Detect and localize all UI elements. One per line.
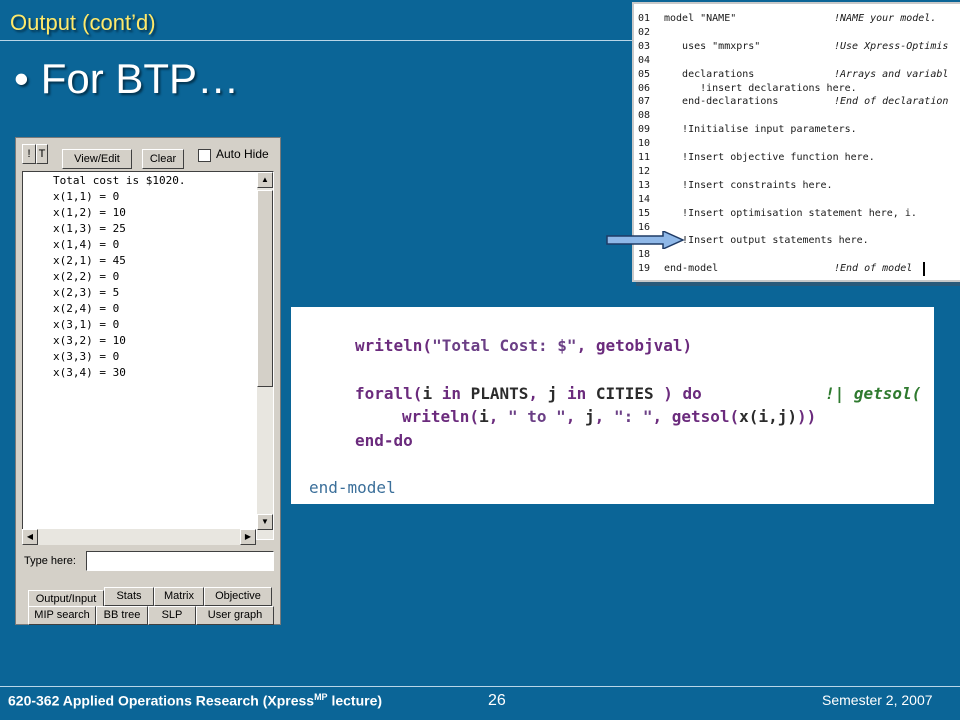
tab-stats[interactable]: Stats	[104, 587, 154, 606]
exclamation-icon[interactable]: !	[22, 144, 36, 164]
output-text-area[interactable]: Total cost is $1020. x(1,1) = 0 x(1,2) = 1…	[22, 171, 274, 540]
code-snippet-image: writeln("Total Cost: $", getobjval) fora…	[291, 307, 934, 504]
output-window: ! T View/Edit Clear Auto Hide Total cost…	[15, 137, 281, 625]
tab-bb-tree[interactable]: BB tree	[96, 606, 148, 625]
text-icon[interactable]: T	[36, 144, 48, 164]
scroll-left-icon[interactable]: ◀	[22, 529, 38, 545]
output-line: x(2,2) = 0	[53, 270, 120, 283]
slide-title: Output (cont’d)	[10, 10, 156, 35]
scroll-thumb[interactable]	[257, 190, 273, 387]
output-line: x(3,4) = 30	[53, 366, 126, 379]
code-line-writeln-pairs: writeln(i, " to ", j, ": ", getsol(x(i,j…	[402, 407, 817, 426]
output-line: x(1,1) = 0	[53, 190, 120, 203]
editor-line: 09 !Initialise input parameters.	[638, 124, 857, 136]
code-line-end-do: end-do	[355, 431, 413, 450]
bullet-text: For BTP…	[40, 55, 240, 102]
editor-line: 02	[638, 26, 651, 38]
clear-button[interactable]: Clear	[142, 149, 184, 169]
arrow-icon	[606, 231, 685, 249]
editor-line: 15 !Insert optimisation statement here, …	[638, 207, 917, 219]
footer-divider	[0, 686, 960, 687]
editor-line: 14	[638, 193, 651, 205]
scroll-up-icon[interactable]: ▲	[257, 172, 273, 188]
editor-line: 01 model "NAME" !NAME your model.	[638, 13, 937, 24]
editor-line: 18	[638, 249, 651, 261]
editor-line: 03 uses "mmxprs" !Use Xpress-Optimis	[638, 40, 949, 52]
output-line: x(3,1) = 0	[53, 318, 120, 331]
output-line: x(3,3) = 0	[53, 350, 120, 363]
editor-line: 04	[638, 54, 651, 66]
editor-line: 11 !Insert objective function here.	[638, 152, 875, 163]
output-line: x(1,4) = 0	[53, 238, 120, 251]
output-line: x(2,4) = 0	[53, 302, 120, 315]
tab-matrix[interactable]: Matrix	[154, 587, 204, 606]
vertical-scrollbar[interactable]: ▲ ▼	[257, 172, 273, 539]
horizontal-scrollbar[interactable]: ◀ ▶	[22, 529, 256, 545]
bullet-dot-icon: •	[14, 55, 29, 102]
footer-course: 620-362 Applied Operations Research (Xpr…	[8, 692, 383, 709]
tab-user-graph[interactable]: User graph	[196, 606, 274, 625]
editor-line: 08	[638, 110, 651, 122]
editor-line: 06 !insert declarations here.	[638, 82, 857, 94]
output-line: Total cost is $1020.	[53, 174, 186, 187]
output-line: x(2,1) = 45	[53, 254, 126, 267]
footer-semester: Semester 2, 2007	[822, 692, 933, 708]
auto-hide-label: Auto Hide	[216, 147, 269, 161]
code-line-forall: forall(i in PLANTS, j in CITIES ) do	[355, 384, 702, 403]
type-here-label: Type here:	[24, 555, 76, 567]
editor-line: 07 end-declarations !End of declaration	[638, 96, 949, 108]
code-comment-getsol: !| getsol(	[825, 384, 922, 403]
output-line: x(3,2) = 10	[53, 334, 126, 347]
tab-mip-search[interactable]: MIP search	[28, 606, 96, 625]
type-here-input[interactable]	[86, 551, 274, 571]
editor-line: 19 end-model !End of model	[638, 263, 913, 275]
auto-hide-checkbox[interactable]	[198, 149, 211, 162]
code-line-writeln-total: writeln("Total Cost: $", getobjval)	[355, 336, 693, 355]
output-line: x(2,3) = 5	[53, 286, 120, 299]
code-line-end-model: end-model	[309, 478, 396, 497]
text-cursor	[923, 262, 925, 276]
tab-slp[interactable]: SLP	[148, 606, 196, 625]
editor-line: 10	[638, 138, 651, 150]
editor-line: 12	[638, 165, 651, 177]
output-line: x(1,3) = 25	[53, 222, 126, 235]
editor-line: 05 declarations !Arrays and variabl	[638, 68, 949, 80]
scroll-right-icon[interactable]: ▶	[240, 529, 256, 545]
page-number: 26	[488, 692, 506, 709]
view-edit-button[interactable]: View/Edit	[62, 149, 132, 169]
scroll-down-icon[interactable]: ▼	[257, 514, 273, 530]
output-line: x(1,2) = 10	[53, 206, 126, 219]
tab-objective[interactable]: Objective	[204, 587, 272, 606]
bullet-point: • For BTP…	[14, 55, 239, 103]
editor-line: 13 !Insert constraints here.	[638, 179, 833, 191]
